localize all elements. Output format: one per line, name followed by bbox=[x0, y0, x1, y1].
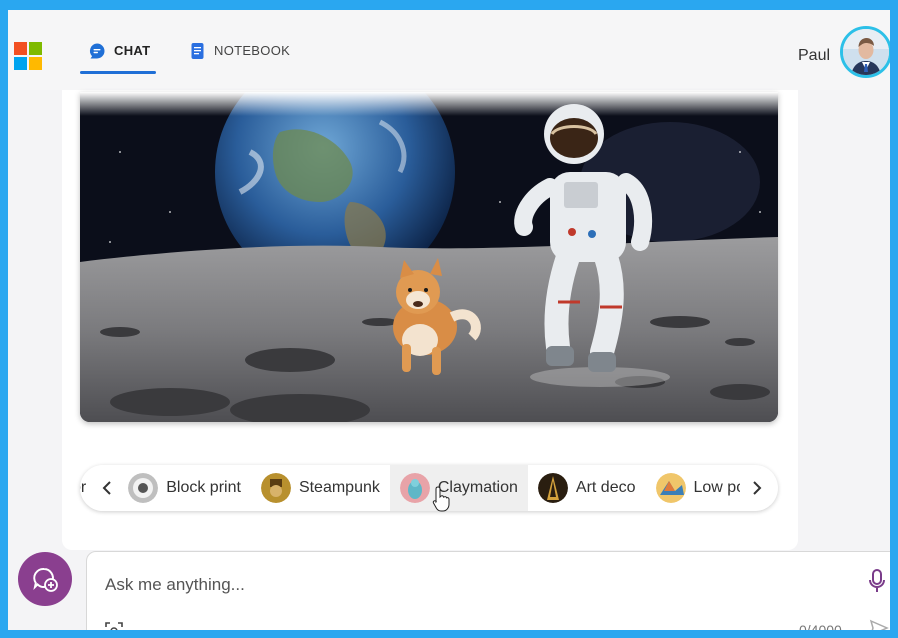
new-topic-icon bbox=[33, 567, 58, 592]
user-avatar[interactable] bbox=[840, 26, 890, 78]
style-chip-art-deco-label: Art deco bbox=[575, 479, 636, 496]
chevron-left-icon[interactable] bbox=[90, 465, 124, 511]
claymation-thumb-icon bbox=[399, 473, 430, 503]
style-track: or Block print Steampunk Claymation bbox=[80, 465, 767, 511]
block-print-thumb-icon bbox=[128, 473, 159, 503]
microphone-icon[interactable] bbox=[867, 568, 887, 594]
style-chip-block-print[interactable]: Block print bbox=[118, 465, 251, 511]
user-name: Paul bbox=[798, 47, 831, 64]
hand-cursor-icon bbox=[432, 486, 450, 512]
chat-bubble-icon bbox=[89, 43, 105, 59]
style-chip-block-print-label: Block print bbox=[166, 479, 241, 496]
tab-notebook[interactable]: NOTEBOOK bbox=[190, 42, 290, 78]
chat-input[interactable] bbox=[105, 572, 805, 598]
send-icon[interactable] bbox=[869, 618, 889, 630]
style-chip-steampunk-label: Steampunk bbox=[298, 479, 380, 496]
art-deco-thumb-icon bbox=[537, 473, 568, 503]
generated-image[interactable] bbox=[80, 92, 778, 422]
notebook-icon bbox=[191, 43, 204, 59]
low-poly-thumb-icon bbox=[655, 473, 686, 503]
tab-chat-label: CHAT bbox=[114, 43, 151, 58]
tab-notebook-label: NOTEBOOK bbox=[214, 43, 291, 58]
new-topic-button[interactable] bbox=[18, 552, 72, 606]
header: CHAT NOTEBOOK Paul bbox=[8, 10, 890, 90]
style-carousel: or Block print Steampunk Claymation bbox=[80, 465, 778, 511]
tab-chat[interactable]: CHAT bbox=[80, 42, 156, 78]
style-chip-art-deco[interactable]: Art deco bbox=[528, 465, 646, 511]
style-chip-partial-label: or bbox=[80, 479, 87, 496]
active-tab-indicator bbox=[80, 71, 156, 74]
character-counter: 0/4000 bbox=[799, 622, 842, 630]
steampunk-thumb-icon bbox=[260, 473, 291, 503]
chevron-right-icon[interactable] bbox=[740, 465, 774, 511]
composer: 0/4000 bbox=[86, 551, 890, 630]
app-window: CHAT NOTEBOOK Paul r Block print Steampu… bbox=[8, 10, 890, 630]
microsoft-logo[interactable] bbox=[14, 42, 42, 70]
style-chip-steampunk[interactable]: Steampunk bbox=[251, 465, 390, 511]
image-scan-icon[interactable] bbox=[105, 622, 123, 630]
style-chip-claymation[interactable]: Claymation bbox=[389, 465, 528, 511]
